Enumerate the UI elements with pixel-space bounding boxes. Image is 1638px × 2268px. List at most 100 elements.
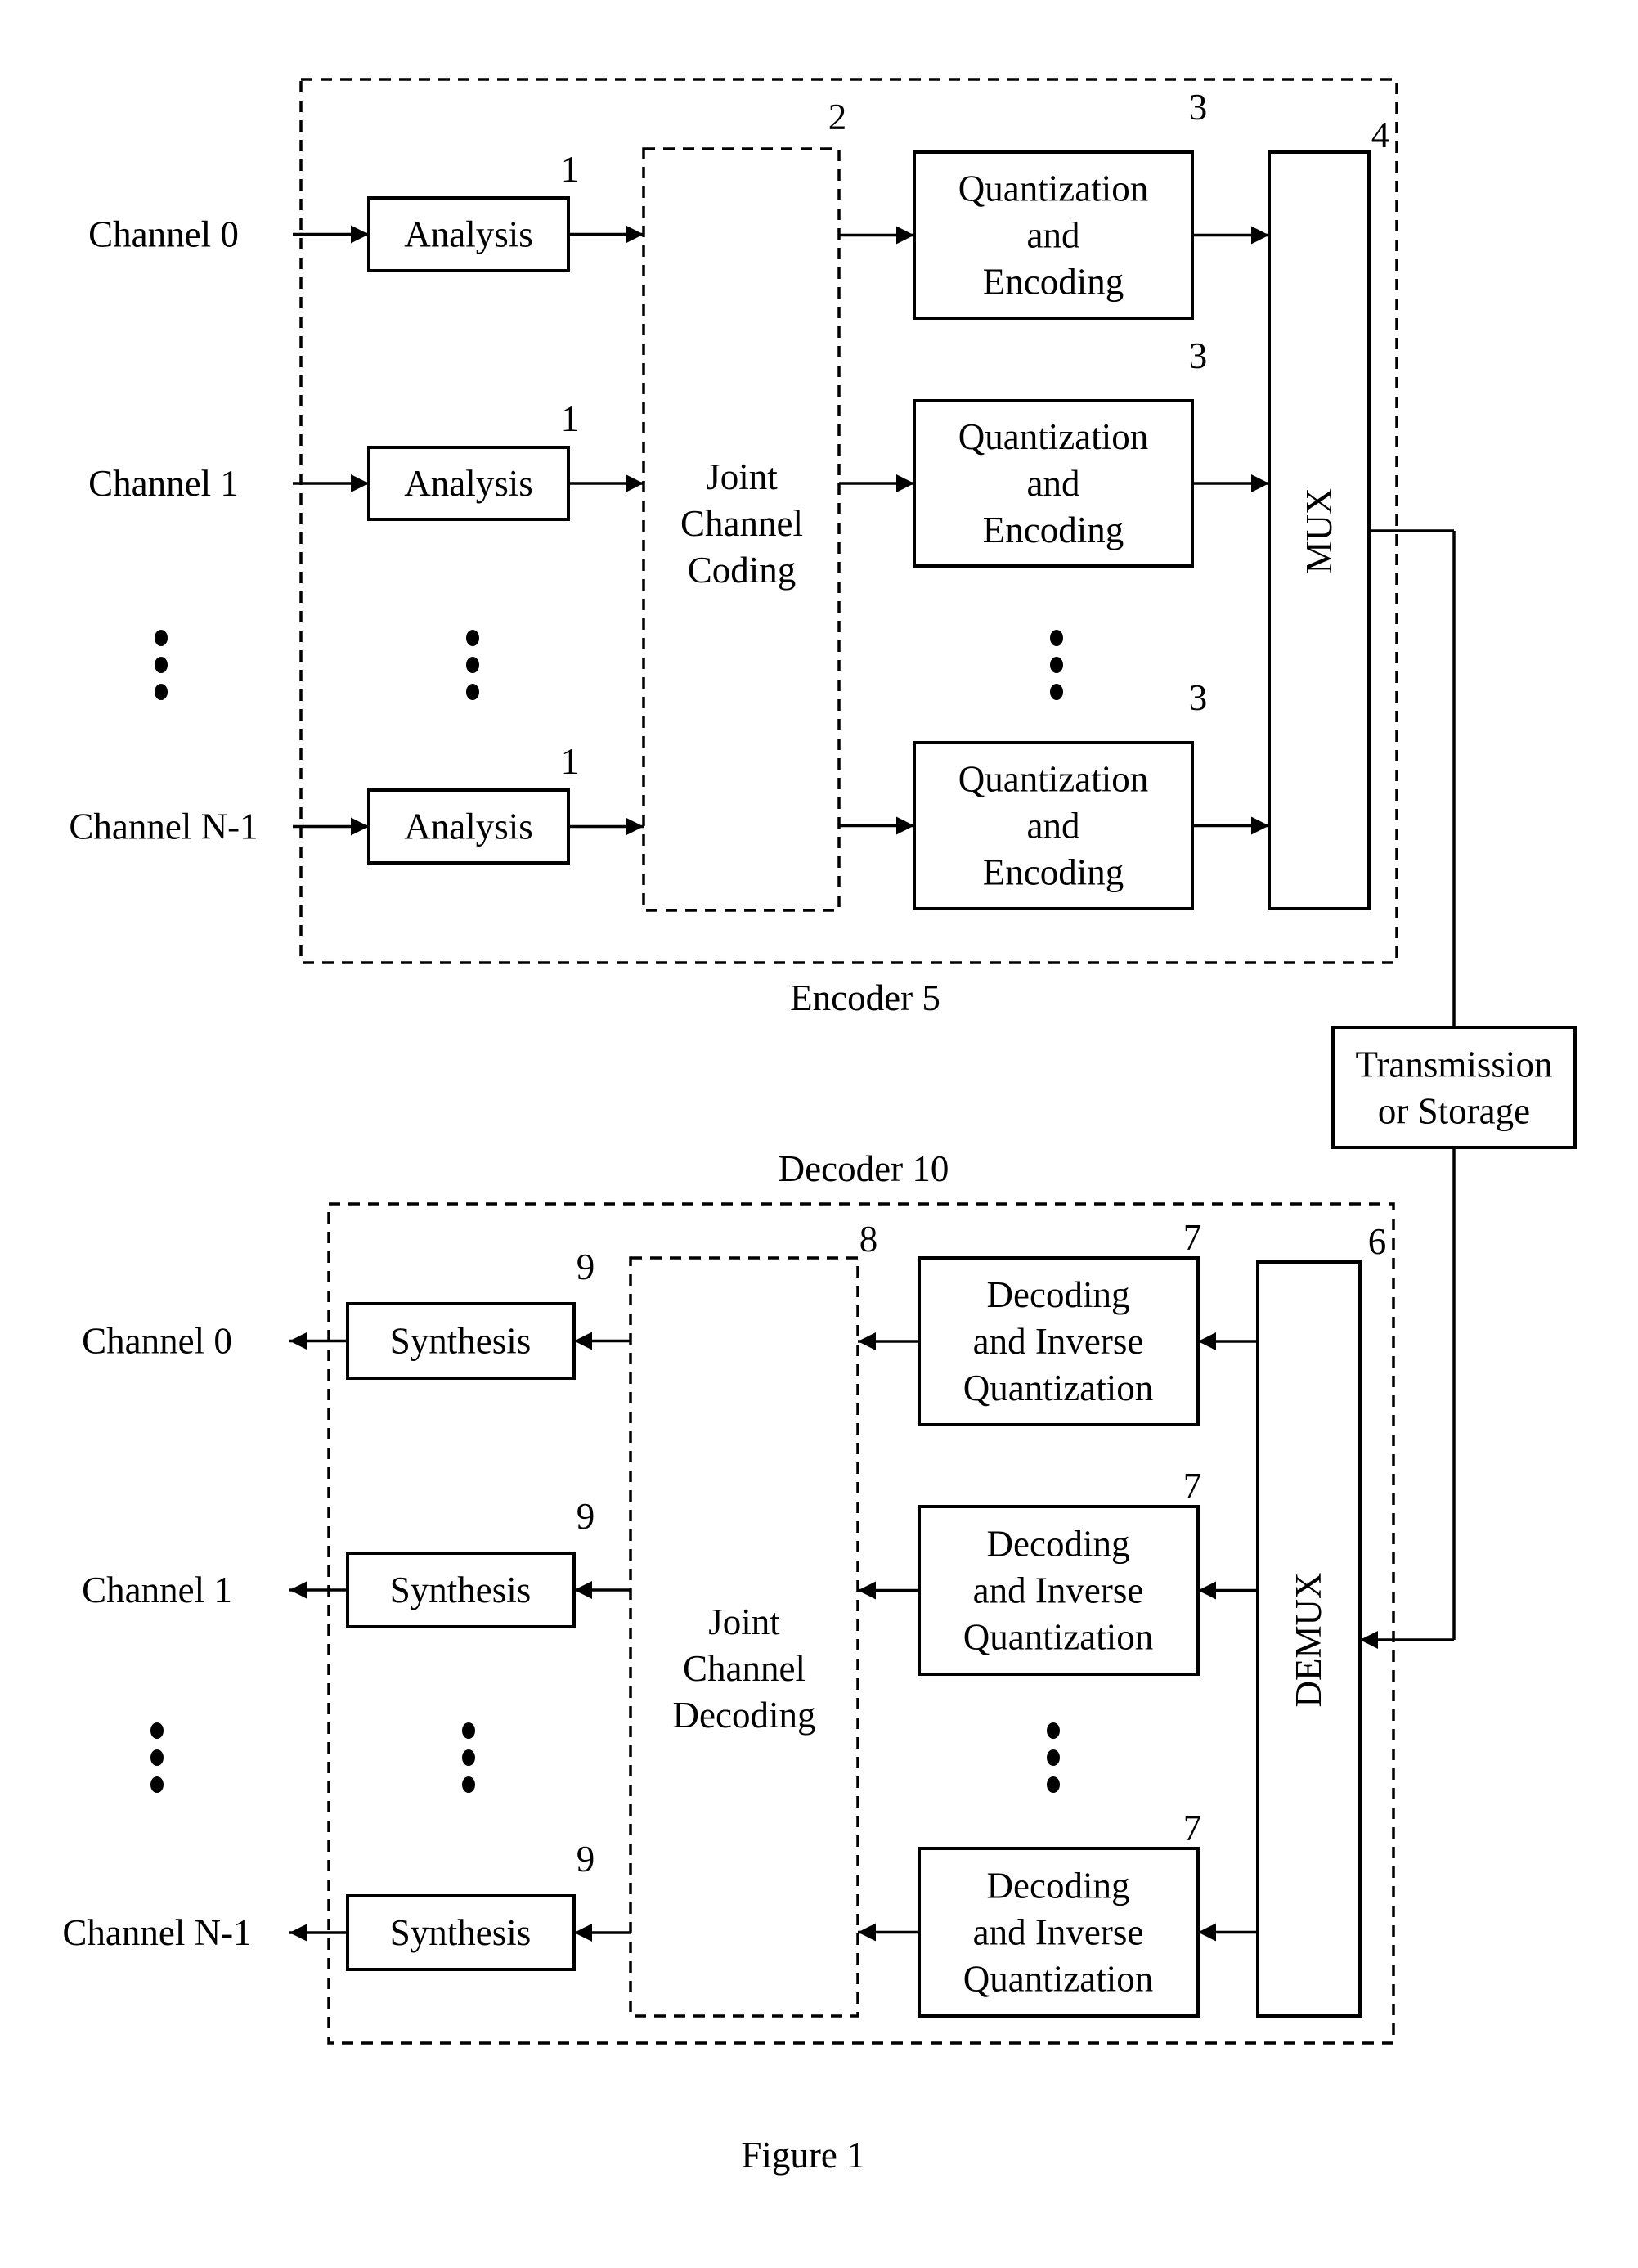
arrowhead-icon <box>1251 474 1269 492</box>
decoding-inverse-quantization-label-line: Quantization <box>963 1959 1153 2000</box>
encoder-input-label-1: Channel 1 <box>88 463 239 504</box>
arrowhead-icon <box>351 817 369 836</box>
decoding-inverse-quantization-label-line: Decoding <box>987 1866 1130 1906</box>
decoding-inverse-quantization-label-line: Quantization <box>963 1617 1153 1658</box>
analysis-ellipsis-icon <box>466 630 479 646</box>
quant-ref-number: 3 <box>1189 87 1208 128</box>
analysis-label: Analysis <box>404 806 533 847</box>
joint-channel-decoding-label-line: Decoding <box>673 1695 816 1736</box>
transmission-storage-label-line: or Storage <box>1378 1091 1530 1132</box>
arrowhead-icon <box>1251 226 1269 245</box>
quantization-encoding-label-line: Encoding <box>983 852 1124 893</box>
arrowhead-icon <box>626 474 644 492</box>
arrowhead-icon <box>1198 1581 1216 1600</box>
dequant-ref-number: 7 <box>1183 1808 1202 1848</box>
synthesis-label: Synthesis <box>390 1321 532 1362</box>
quantization-encoding-label-line: and <box>1027 215 1080 256</box>
arrowhead-icon <box>1251 816 1269 835</box>
arrowhead-icon <box>289 1332 307 1350</box>
quantization-encoding-label-line: Quantization <box>958 416 1148 457</box>
frames <box>299 78 1398 2045</box>
joint-decoding-ref-number: 8 <box>859 1219 878 1260</box>
synthesis-label: Synthesis <box>390 1570 532 1610</box>
demux-ref-number: 6 <box>1368 1221 1387 1262</box>
arrowhead-icon <box>1198 1923 1216 1942</box>
decoding-inverse-quantization-label-line: and Inverse <box>973 1570 1144 1611</box>
arrowhead-icon <box>896 474 914 492</box>
synthesis-ref-number: 9 <box>577 1839 595 1880</box>
analysis-ref-number: 1 <box>561 741 580 782</box>
encoder-input-ellipsis-icon <box>155 630 168 646</box>
arrowhead-icon <box>289 1924 307 1942</box>
encoder-input-ellipsis-icon <box>155 684 168 700</box>
encoder-label: Encoder 5 <box>790 977 940 1018</box>
quantization-encoding-label-line: Encoding <box>983 262 1124 303</box>
decoder-output-label-1: Channel 1 <box>82 1570 232 1610</box>
analysis-label: Analysis <box>404 214 533 255</box>
quantization-encoding-label-line: and <box>1027 806 1080 847</box>
dequant-ref-number: 7 <box>1183 1466 1202 1507</box>
arrowhead-icon <box>351 225 369 244</box>
joint-channel-decoding-label-line: Channel <box>683 1648 806 1689</box>
quantization-encoding-label-line: and <box>1027 463 1080 504</box>
synthesis-label: Synthesis <box>390 1912 532 1953</box>
joint-channel-coding-label-line: Channel <box>680 503 803 544</box>
arrowhead-icon <box>574 1581 592 1599</box>
mux-label: MUX <box>1299 487 1340 573</box>
quant-ellipsis-icon <box>1050 657 1063 673</box>
dequant-ref-number: 7 <box>1183 1217 1202 1258</box>
decoding-inverse-quantization-label-line: Quantization <box>963 1368 1153 1408</box>
quantization-encoding-label-line: Quantization <box>958 168 1148 209</box>
analysis-label: Analysis <box>404 463 533 504</box>
dequant-ellipsis-icon <box>1047 1749 1060 1766</box>
joint-channel-decoding-label-line: Joint <box>708 1601 780 1642</box>
analysis-ellipsis-icon <box>466 657 479 673</box>
figure-caption: Figure 1 <box>741 2135 864 2176</box>
arrowhead-icon <box>896 226 914 245</box>
quantization-encoding-label-line: Quantization <box>958 759 1148 800</box>
arrowhead-icon <box>626 225 644 244</box>
decoding-inverse-quantization-label-line: and Inverse <box>973 1912 1144 1953</box>
block-diagram: Encoder 5 Joint Channel Coding 2 Channel 0 Ana… <box>62 78 1577 2176</box>
analysis-ref-number: 1 <box>561 398 580 439</box>
joint-channel-coding-label-line: Coding <box>688 550 797 591</box>
quant-ref-number: 3 <box>1189 677 1208 718</box>
decoder-label: Decoder 10 <box>779 1148 949 1189</box>
quantization-encoding-label-line: Encoding <box>983 510 1124 550</box>
decoder-output-ellipsis-icon <box>150 1749 164 1766</box>
arrowhead-icon <box>1360 1631 1378 1649</box>
arrowhead-icon <box>351 474 369 492</box>
arrowhead-icon <box>858 1332 876 1350</box>
arrowhead-icon <box>626 817 644 836</box>
decoder-output-ellipsis-icon <box>150 1776 164 1793</box>
arrowhead-icon <box>289 1581 307 1599</box>
demux-label: DEMUX <box>1288 1573 1329 1708</box>
decoding-inverse-quantization-label-line: Decoding <box>987 1524 1130 1565</box>
decoder-output-label-2: Channel N-1 <box>62 1912 251 1953</box>
analysis-ellipsis-icon <box>466 684 479 700</box>
joint-coding-ref-number: 2 <box>828 97 847 137</box>
mux-ref-number: 4 <box>1371 115 1390 155</box>
decoding-inverse-quantization-label-line: Decoding <box>987 1274 1130 1315</box>
dequant-ellipsis-icon <box>1047 1722 1060 1739</box>
arrowhead-icon <box>858 1923 876 1942</box>
joint-channel-coding-label-line: Joint <box>706 456 778 497</box>
synthesis-ellipsis-icon <box>462 1722 475 1739</box>
quant-ellipsis-icon <box>1050 630 1063 646</box>
transmission-storage-label-line: Transmission <box>1356 1044 1553 1085</box>
arrowhead-icon <box>1198 1332 1216 1350</box>
decoding-inverse-quantization-label-line: and Inverse <box>973 1321 1144 1362</box>
decoder-output-label-0: Channel 0 <box>82 1321 232 1362</box>
encoder-input-label-2: Channel N-1 <box>69 806 258 847</box>
encoder-input-ellipsis-icon <box>155 657 168 673</box>
quant-ellipsis-icon <box>1050 684 1063 700</box>
quant-ref-number: 3 <box>1189 335 1208 376</box>
synthesis-ref-number: 9 <box>577 1246 595 1287</box>
synthesis-ref-number: 9 <box>577 1496 595 1537</box>
encoder-input-label-0: Channel 0 <box>88 214 239 255</box>
arrowhead-icon <box>896 816 914 835</box>
dequant-ellipsis-icon <box>1047 1776 1060 1793</box>
arrowhead-icon <box>574 1924 592 1942</box>
analysis-ref-number: 1 <box>561 149 580 190</box>
arrowhead-icon <box>858 1581 876 1600</box>
